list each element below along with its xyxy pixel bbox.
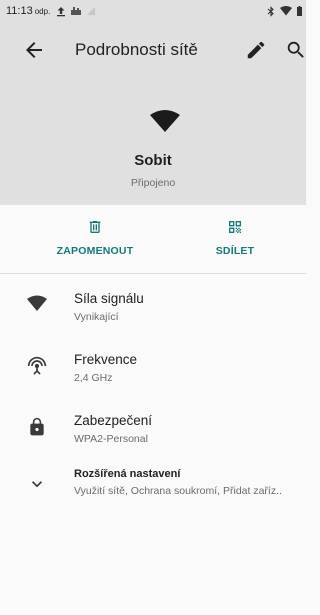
wifi-large-icon xyxy=(150,110,180,132)
share-label: SDÍLET xyxy=(215,245,255,257)
security-value: WPA2-Personal xyxy=(74,433,148,445)
divider xyxy=(0,273,306,274)
frequency-title: Frekvence xyxy=(74,352,138,367)
toolbar: Podrobnosti sítě xyxy=(0,22,306,78)
notification-icon xyxy=(71,7,82,15)
battery-icon xyxy=(297,6,302,16)
network-status: Připojeno xyxy=(130,177,176,189)
detail-row-security: Zabezpečení WPA2-Personal xyxy=(0,409,306,467)
chevron-down-icon xyxy=(32,481,42,488)
status-ampm: odp. xyxy=(34,6,51,16)
network-name: Sobit xyxy=(134,152,172,169)
signal-value: Vynikající xyxy=(74,311,119,323)
qr-code-icon xyxy=(229,221,241,233)
detail-row-frequency: Frekvence 2,4 GHz xyxy=(0,348,306,406)
antenna-icon xyxy=(27,356,47,375)
status-time: 11:13 xyxy=(6,5,33,17)
bluetooth-icon xyxy=(267,5,274,17)
frequency-value: 2,4 GHz xyxy=(74,372,113,384)
forget-label: ZAPOMENOUT xyxy=(56,245,134,257)
share-button[interactable]: SDÍLET xyxy=(180,205,290,273)
trash-icon xyxy=(89,221,101,233)
advanced-value: Využití sítě, Ochrana soukromí, Přidat z… xyxy=(74,485,282,497)
edit-icon[interactable] xyxy=(245,39,267,61)
forget-button[interactable]: ZAPOMENOUT xyxy=(30,205,160,273)
security-title: Zabezpečení xyxy=(74,413,153,428)
signal-title: Síla signálu xyxy=(74,291,144,306)
back-arrow-icon[interactable] xyxy=(22,38,46,62)
page-title: Podrobnosti sítě xyxy=(75,40,198,59)
upload-icon xyxy=(57,6,66,16)
search-icon[interactable] xyxy=(285,39,307,61)
wifi-strength-icon xyxy=(27,295,47,311)
wifi-icon xyxy=(280,6,292,16)
status-bar: 11:13 odp. xyxy=(0,0,306,22)
advanced-settings-row[interactable]: Rozšířená nastavení Využití sítě, Ochran… xyxy=(0,465,306,523)
detail-row-signal: Síla signálu Vynikající xyxy=(0,287,306,345)
signal-icon xyxy=(87,7,96,15)
lock-icon xyxy=(30,417,44,436)
network-header: Podrobnosti sítě Sobit Připojeno xyxy=(0,22,306,205)
advanced-title: Rozšířená nastavení xyxy=(74,468,181,480)
action-bar: ZAPOMENOUT SDÍLET xyxy=(0,205,306,273)
